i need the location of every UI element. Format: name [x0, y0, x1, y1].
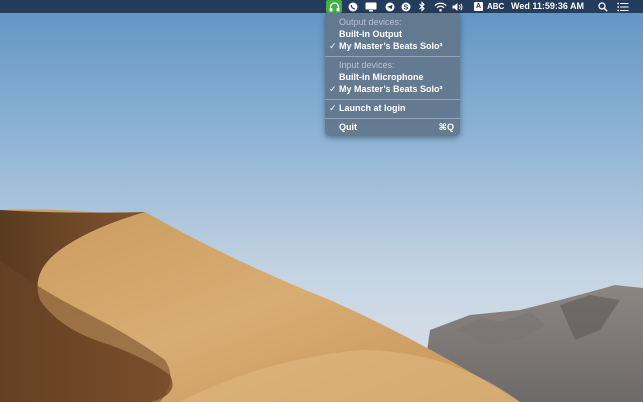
menu-item-label: My Master’s Beats Solo³ [339, 41, 443, 51]
menu-item-label: Launch at login [339, 103, 406, 113]
search-icon[interactable] [597, 1, 608, 12]
checkmark-icon: ✓ [329, 103, 337, 113]
menu-item-output-beats-solo[interactable]: ✓ My Master’s Beats Solo³ [325, 40, 460, 52]
menu-item-label: My Master’s Beats Solo³ [339, 84, 443, 94]
menu-item-built-in-microphone[interactable]: Built-in Microphone [325, 71, 460, 83]
viber-icon[interactable] [347, 1, 358, 12]
telegram-icon[interactable] [384, 1, 395, 12]
quit-shortcut: ⌘Q [438, 122, 454, 132]
menu-item-quit[interactable]: Quit ⌘Q [325, 121, 460, 133]
desert-dunes-image [0, 0, 643, 402]
output-devices-header: Output devices: [325, 16, 460, 28]
skype-icon[interactable]: S [400, 1, 411, 12]
checkmark-icon: ✓ [329, 41, 337, 51]
menubar-clock[interactable]: Wed 11:59:36 AM [511, 0, 584, 13]
menu-bar: S A ABC Wed 11:59:36 AM [0, 0, 643, 13]
wifi-icon[interactable] [434, 1, 447, 12]
notification-center-icon[interactable] [616, 1, 629, 12]
menu-separator [325, 56, 460, 57]
audio-switcher-icon[interactable] [328, 1, 340, 12]
input-source-icon[interactable]: A [474, 2, 483, 11]
input-devices-header: Input devices: [325, 59, 460, 71]
input-devices-header-label: Input devices: [339, 60, 395, 70]
display-icon[interactable] [365, 1, 377, 12]
menu-item-built-in-output[interactable]: Built-in Output [325, 28, 460, 40]
desktop-wallpaper [0, 0, 643, 402]
input-source-label[interactable]: ABC [487, 0, 504, 13]
menu-item-launch-at-login[interactable]: ✓ Launch at login [325, 102, 460, 114]
output-devices-header-label: Output devices: [339, 17, 402, 27]
volume-icon[interactable] [452, 1, 464, 12]
menu-item-label: Quit [339, 122, 357, 132]
menu-item-input-beats-solo[interactable]: ✓ My Master’s Beats Solo³ [325, 83, 460, 95]
menu-item-label: Built-in Microphone [339, 72, 424, 82]
bluetooth-icon[interactable] [417, 1, 427, 12]
menu-item-label: Built-in Output [339, 29, 402, 39]
svg-text:S: S [403, 4, 408, 11]
checkmark-icon: ✓ [329, 84, 337, 94]
menu-separator [325, 99, 460, 100]
menu-separator [325, 118, 460, 119]
audio-device-menu: Output devices: Built-in Output ✓ My Mas… [325, 13, 460, 136]
